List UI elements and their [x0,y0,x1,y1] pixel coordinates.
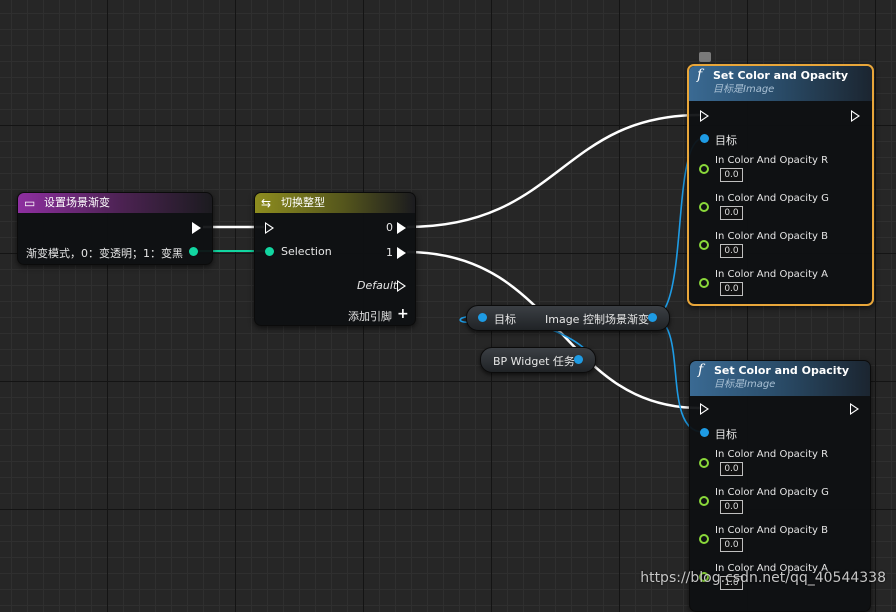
exec-in-pin[interactable] [700,403,709,415]
b-pin[interactable] [699,240,709,250]
r-value-field[interactable]: 0.0 [720,168,743,182]
target-in-pin[interactable] [478,313,487,322]
r-label: In Color And Opacity R [715,449,829,460]
r-pin[interactable] [699,458,709,468]
case-1-pin[interactable] [397,247,406,259]
b-value-field[interactable]: 0.0 [720,538,743,552]
node-title: 设置场景渐变 [44,196,110,209]
b-value-field[interactable]: 0.0 [720,244,743,258]
switch-icon: ⇆ [261,196,272,210]
set-color-opacity-node-1[interactable]: f Set Color and Opacity 目标是Image 目标 In C… [687,64,874,306]
set-scene-fade-node[interactable]: ▭ 设置场景渐变 渐变模式，0：变透明；1：变黑 [17,192,213,265]
g-pin[interactable] [699,202,709,212]
exec-in-pin[interactable] [265,222,274,234]
b-label: In Color And Opacity B [715,525,828,536]
function-icon: f [698,362,704,378]
exec-out-pin[interactable] [850,403,859,415]
exec-wire [406,113,701,229]
default-label: Default [357,279,398,292]
comment-icon[interactable] [699,52,711,62]
node-header: ⇆ 切换整型 [255,193,415,213]
a-label: In Color And Opacity A [715,269,828,280]
r-pin[interactable] [699,164,709,174]
event-icon: ▭ [24,196,36,210]
a-pin[interactable] [699,278,709,288]
case-0-pin[interactable] [397,222,406,234]
case-0-label: 0 [386,221,393,234]
node-subtitle: 目标是Image [713,84,775,95]
node-header: ▭ 设置场景渐变 [18,193,212,213]
target-pin[interactable] [700,134,709,143]
add-pin-icon[interactable]: + [397,307,409,321]
g-value-field[interactable]: 0.0 [720,206,743,220]
node-title: Set Color and Opacity [713,69,849,82]
exec-out-pin[interactable] [851,110,860,122]
target-pin[interactable] [700,428,709,437]
fade-mode-label: 渐变模式，0：变透明；1：变黑 [26,247,183,260]
a-value-field[interactable]: 0.0 [720,282,743,296]
node-subtitle: 目标是Image [714,379,776,390]
fade-mode-pin[interactable] [189,247,198,256]
node-header: f Set Color and Opacity 目标是Image [690,361,870,396]
case-1-label: 1 [386,246,393,259]
function-icon: f [697,67,703,83]
bp-widget-self-node[interactable]: BP Widget 任务 [480,347,596,373]
node-header: f Set Color and Opacity 目标是Image [689,66,872,101]
r-label: In Color And Opacity R [715,155,829,166]
default-pin[interactable] [397,280,406,292]
watermark: https://blog.csdn.net/qq_40544338 [640,570,886,586]
g-label: In Color And Opacity G [715,193,829,204]
selection-pin[interactable] [265,247,274,256]
selection-label: Selection [281,245,332,258]
self-out-pin[interactable] [574,355,583,364]
target-label: 目标 [715,134,737,147]
node-title: Set Color and Opacity [714,364,850,377]
b-pin[interactable] [699,534,709,544]
variable-name: Image 控制场景渐变 [545,313,649,326]
node-title: 切换整型 [281,196,325,209]
b-label: In Color And Opacity B [715,231,828,242]
exec-in-pin[interactable] [700,110,709,122]
add-pin-label[interactable]: 添加引脚 [348,308,392,324]
variable-out-pin[interactable] [648,313,657,322]
target-label: 目标 [494,313,516,326]
target-label: 目标 [715,428,737,441]
bp-widget-label: BP Widget 任务 [493,355,575,368]
r-value-field[interactable]: 0.0 [720,462,743,476]
exec-out-pin[interactable] [192,222,201,234]
g-label: In Color And Opacity G [715,487,829,498]
g-pin[interactable] [699,496,709,506]
g-value-field[interactable]: 0.0 [720,500,743,514]
image-variable-node[interactable]: 目标 Image 控制场景渐变 [466,305,670,331]
switch-on-int-node[interactable]: ⇆ 切换整型 Selection 0 1 Default 添加引脚 + [254,192,416,326]
